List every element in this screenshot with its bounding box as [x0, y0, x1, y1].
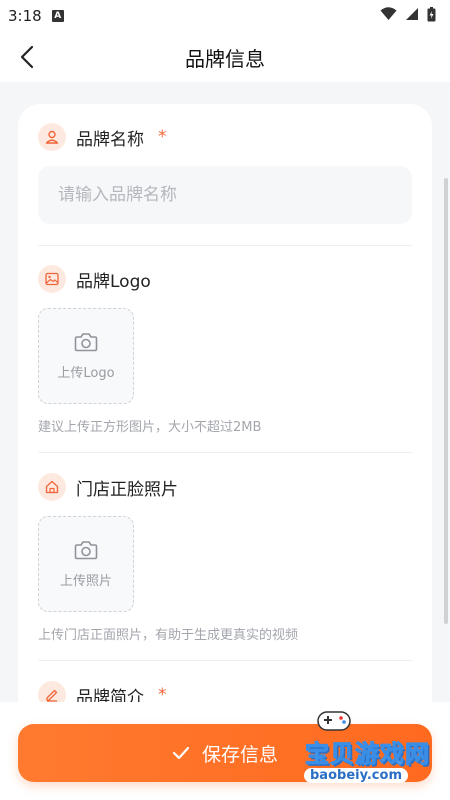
form-card: 品牌名称 * 品牌Logo 上传Logo 建议上传正方形图片，大小不超过2MB — [18, 104, 432, 800]
page-title: 品牌信息 — [185, 46, 265, 71]
notification-icon: A — [51, 10, 64, 22]
required-mark: * — [158, 127, 167, 147]
image-icon — [38, 265, 66, 293]
divider — [38, 245, 412, 246]
brand-name-input[interactable] — [58, 185, 412, 205]
back-button[interactable] — [14, 44, 40, 70]
form-content: 品牌名称 * 品牌Logo 上传Logo 建议上传正方形图片，大小不超过2MB — [0, 82, 450, 800]
brand-name-input-wrap[interactable] — [38, 166, 412, 224]
chevron-left-icon — [20, 45, 34, 69]
divider — [38, 660, 412, 661]
divider — [38, 452, 412, 453]
scrollbar[interactable] — [444, 178, 448, 624]
save-button[interactable]: 保存信息 — [18, 724, 432, 782]
photo-hint: 上传门店正面照片，有助于生成更真实的视频 — [38, 628, 299, 643]
brand-name-header: 品牌名称 * — [38, 122, 412, 152]
photo-upload-label: 上传照片 — [59, 573, 112, 589]
store-photo-label: 门店正脸照片 — [76, 479, 178, 500]
store-photo-header: 门店正脸照片 — [38, 472, 412, 502]
brand-logo-label: 品牌Logo — [76, 271, 151, 292]
photo-upload-button[interactable]: 上传照片 — [38, 516, 134, 612]
wifi-icon — [380, 7, 397, 25]
home-icon — [38, 473, 66, 501]
camera-icon — [74, 540, 98, 559]
bottom-action-bar: 保存信息 — [0, 702, 450, 800]
check-icon — [172, 746, 190, 760]
user-icon — [38, 123, 66, 151]
status-left: 3:18 A — [8, 7, 64, 25]
save-button-label: 保存信息 — [201, 743, 278, 766]
store-photo-section: 门店正脸照片 上传照片 上传门店正面照片，有助于生成更真实的视频 — [38, 472, 412, 643]
logo-upload-button[interactable]: 上传Logo — [38, 308, 134, 404]
logo-upload-label: 上传Logo — [57, 365, 115, 381]
nav-bar: 品牌信息 — [0, 32, 450, 82]
status-bar: 3:18 A — [0, 0, 450, 32]
battery-icon — [427, 6, 436, 26]
signal-icon — [405, 7, 419, 25]
status-right — [380, 6, 436, 26]
camera-icon — [74, 332, 98, 351]
brand-name-label: 品牌名称 — [76, 129, 144, 150]
brand-name-section: 品牌名称 * — [38, 122, 412, 224]
brand-logo-section: 品牌Logo 上传Logo 建议上传正方形图片，大小不超过2MB — [38, 264, 412, 435]
logo-hint: 建议上传正方形图片，大小不超过2MB — [38, 420, 262, 435]
brand-logo-header: 品牌Logo — [38, 264, 412, 294]
status-time: 3:18 — [8, 7, 42, 25]
